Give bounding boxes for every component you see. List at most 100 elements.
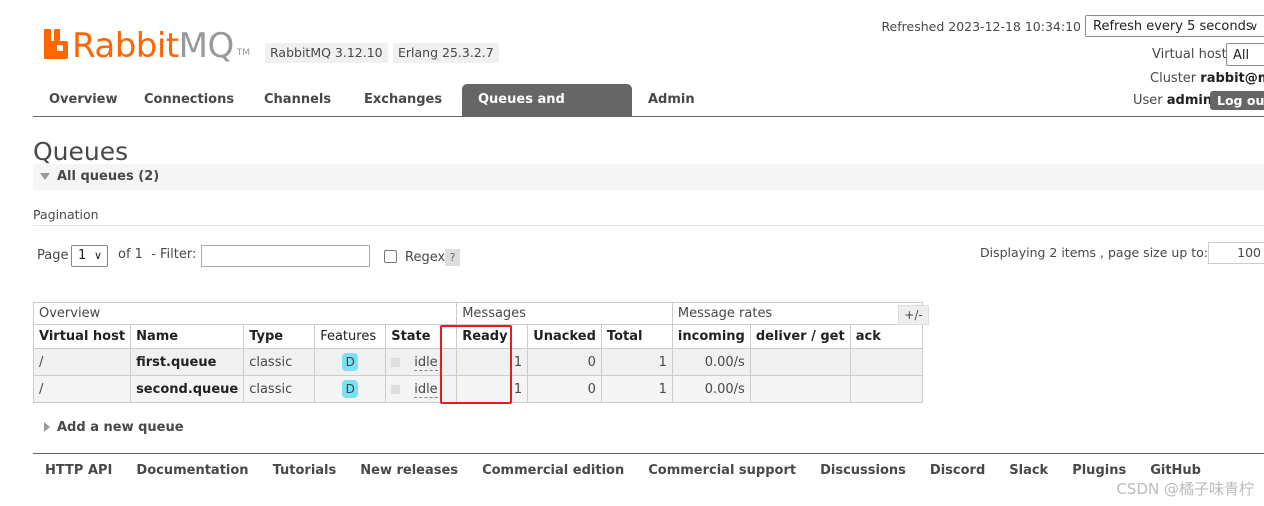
queue-name-link[interactable]: second.queue bbox=[130, 375, 245, 403]
cell-deliver-get bbox=[749, 348, 851, 376]
footer-link-new-releases[interactable]: New releases bbox=[348, 462, 470, 480]
cell-unacked: 0 bbox=[527, 375, 602, 403]
column-deliver-get[interactable]: deliver / get bbox=[749, 324, 851, 349]
state-label: idle bbox=[414, 354, 438, 371]
cell-deliver-get bbox=[749, 375, 851, 403]
cell-unacked: 0 bbox=[527, 348, 602, 376]
user-label: User bbox=[1133, 93, 1163, 108]
footer-link-plugins[interactable]: Plugins bbox=[1060, 462, 1138, 480]
main-nav: Overview Connections Channels Exchanges … bbox=[33, 84, 712, 139]
group-header-messages: Messages bbox=[456, 302, 673, 325]
cell-features: D bbox=[314, 348, 387, 376]
rabbitmq-logo[interactable]: Rabbit MQ TM bbox=[44, 24, 250, 64]
footer-link-http-api[interactable]: HTTP API bbox=[33, 462, 124, 480]
help-icon[interactable]: ? bbox=[445, 249, 460, 266]
all-queues-toggle[interactable]: All queues (2) bbox=[57, 168, 159, 186]
durable-badge: D bbox=[342, 380, 359, 398]
durable-badge: D bbox=[342, 353, 359, 371]
watermark: CSDN @橘子味青柠 bbox=[1116, 480, 1254, 498]
of-pages-filter-label: of 1 - Filter: bbox=[118, 247, 197, 262]
tab-connections[interactable]: Connections bbox=[128, 84, 248, 116]
cell-type: classic bbox=[243, 375, 316, 403]
virtual-host-value: All bbox=[1233, 48, 1250, 63]
cell-total: 1 bbox=[600, 348, 673, 376]
tab-channels[interactable]: Channels bbox=[248, 84, 348, 116]
column-unacked[interactable]: Unacked bbox=[527, 324, 602, 349]
footer-link-github[interactable]: GitHub bbox=[1138, 462, 1213, 480]
erlang-version: Erlang 25.3.2.7 bbox=[393, 43, 499, 63]
chevron-down-icon: ∨ bbox=[93, 249, 102, 262]
add-new-queue-toggle[interactable]: Add a new queue bbox=[57, 420, 184, 436]
virtual-host-select[interactable]: All bbox=[1226, 43, 1264, 66]
column-name[interactable]: Name bbox=[130, 324, 245, 349]
group-header-overview: Overview bbox=[32, 302, 458, 325]
virtual-host-label: Virtual host bbox=[1152, 47, 1227, 62]
state-indicator-icon bbox=[391, 357, 401, 367]
footer-link-slack[interactable]: Slack bbox=[997, 462, 1060, 480]
column-incoming[interactable]: incoming bbox=[671, 324, 751, 349]
displaying-items-label: Displaying 2 items , page size up to: bbox=[980, 245, 1208, 260]
ready-column-highlight bbox=[440, 325, 512, 404]
cell-ack bbox=[849, 348, 923, 376]
footer-link-tutorials[interactable]: Tutorials bbox=[261, 462, 349, 480]
tab-queues-and-streams[interactable]: Queues and Streams bbox=[462, 84, 632, 139]
footer-divider bbox=[33, 453, 1264, 454]
pagination-divider bbox=[33, 225, 1264, 226]
group-header-message-rates: Message rates bbox=[671, 302, 923, 325]
page-title: Queues bbox=[33, 137, 129, 166]
cell-vhost: / bbox=[32, 375, 132, 403]
cell-features: D bbox=[314, 375, 387, 403]
footer-link-commercial-support[interactable]: Commercial support bbox=[636, 462, 808, 480]
page-size-input[interactable]: 100 bbox=[1208, 242, 1264, 264]
logo-trademark: TM bbox=[236, 48, 251, 58]
logo-text-rabbit: Rabbit bbox=[72, 26, 179, 66]
tab-overview[interactable]: Overview bbox=[33, 84, 128, 116]
all-queues-section-header[interactable] bbox=[33, 164, 1264, 190]
regex-checkbox[interactable] bbox=[384, 250, 397, 263]
cluster-name: rabbit@mo bbox=[1200, 71, 1264, 86]
logo-text-mq: MQ bbox=[178, 26, 235, 66]
footer-link-discussions[interactable]: Discussions bbox=[808, 462, 918, 480]
queue-name-link[interactable]: first.queue bbox=[130, 348, 245, 376]
pagination-label: Pagination bbox=[33, 207, 99, 222]
column-features[interactable]: Features bbox=[314, 324, 387, 349]
refresh-interval-select[interactable]: Refresh every 5 seconds ∨ bbox=[1085, 15, 1264, 37]
refresh-interval-value: Refresh every 5 seconds bbox=[1093, 19, 1253, 34]
rabbitmq-logo-icon bbox=[44, 29, 68, 59]
cell-total: 1 bbox=[600, 375, 673, 403]
cell-incoming: 0.00/s bbox=[671, 375, 751, 403]
refreshed-timestamp: Refreshed 2023-12-18 10:34:10 bbox=[881, 19, 1081, 34]
page-select[interactable]: 1 ∨ bbox=[71, 245, 108, 267]
filter-input[interactable] bbox=[201, 245, 370, 267]
column-ack[interactable]: ack bbox=[849, 324, 923, 349]
regex-label: Regex bbox=[405, 250, 446, 265]
cell-type: classic bbox=[243, 348, 316, 376]
cluster-info: Cluster rabbit@mo bbox=[1150, 70, 1264, 88]
footer-link-documentation[interactable]: Documentation bbox=[124, 462, 260, 480]
page-label: Page bbox=[37, 248, 69, 263]
cell-ack bbox=[849, 375, 923, 403]
state-indicator-icon bbox=[391, 384, 401, 394]
page-select-value: 1 bbox=[78, 248, 87, 263]
tab-exchanges[interactable]: Exchanges bbox=[348, 84, 462, 116]
toggle-columns-button[interactable]: +/- bbox=[898, 305, 929, 325]
cell-incoming: 0.00/s bbox=[671, 348, 751, 376]
cluster-label: Cluster bbox=[1150, 71, 1197, 86]
footer-link-discord[interactable]: Discord bbox=[918, 462, 997, 480]
user-info: User admin bbox=[1133, 92, 1212, 110]
triangle-right-icon bbox=[44, 422, 50, 432]
user-name: admin bbox=[1166, 93, 1213, 108]
column-type[interactable]: Type bbox=[243, 324, 316, 349]
column-virtual-host[interactable]: Virtual host bbox=[32, 324, 132, 349]
column-total[interactable]: Total bbox=[600, 324, 673, 349]
footer-link-commercial-edition[interactable]: Commercial edition bbox=[470, 462, 636, 480]
chevron-down-icon: ∨ bbox=[1249, 20, 1258, 33]
rabbitmq-version: RabbitMQ 3.12.10 bbox=[265, 43, 388, 63]
tab-admin[interactable]: Admin bbox=[632, 84, 712, 116]
nav-divider bbox=[33, 116, 1264, 117]
logout-button[interactable]: Log out bbox=[1210, 91, 1264, 110]
cell-vhost: / bbox=[32, 348, 132, 376]
state-label: idle bbox=[414, 381, 438, 398]
footer-links: HTTP API Documentation Tutorials New rel… bbox=[33, 462, 1213, 480]
triangle-down-icon bbox=[40, 173, 50, 180]
